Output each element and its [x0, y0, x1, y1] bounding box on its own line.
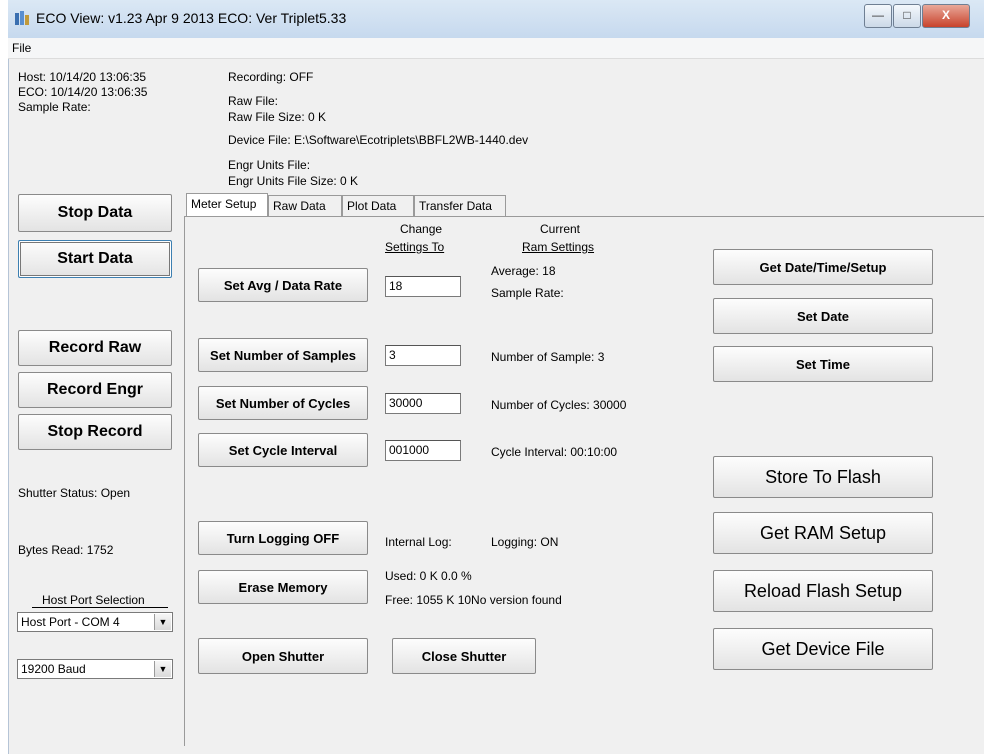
tab-meter-setup[interactable]: Meter Setup [186, 193, 268, 216]
engr-units-file: Engr Units File: [228, 158, 311, 172]
minimize-button[interactable]: — [864, 4, 892, 28]
recording-status: Recording: OFF [228, 70, 314, 84]
get-date-time-setup-button[interactable]: Get Date/Time/Setup [713, 249, 933, 285]
current-header: Current [540, 222, 581, 236]
tab-raw-data[interactable]: Raw Data [268, 195, 342, 216]
eco-time: ECO: 10/14/20 13:06:35 [18, 85, 148, 99]
record-raw-button[interactable]: Record Raw [18, 330, 172, 366]
device-file: Device File: E:\Software\Ecotriplets\BBF… [228, 133, 529, 147]
close-shutter-button[interactable]: Close Shutter [392, 638, 536, 674]
bytes-read: Bytes Read: 1752 [18, 543, 114, 557]
baud-select[interactable]: 19200 Baud ▼ [17, 659, 173, 679]
cycles-current: Number of Cycles: 30000 [491, 398, 627, 412]
interval-current: Cycle Interval: 00:10:00 [491, 445, 618, 459]
tab-transfer-data[interactable]: Transfer Data [414, 195, 506, 216]
sample-rate-current: Sample Rate: [491, 286, 564, 300]
tab-plot-data[interactable]: Plot Data [342, 195, 414, 216]
baud-value: 19200 Baud [21, 662, 86, 676]
open-shutter-button[interactable]: Open Shutter [198, 638, 368, 674]
logging-status: Logging: ON [491, 535, 559, 549]
host-time: Host: 10/14/20 13:06:35 [18, 70, 147, 84]
turn-logging-off-button[interactable]: Turn Logging OFF [198, 521, 368, 555]
avg-input[interactable]: 18 [385, 276, 461, 297]
menu-file[interactable]: File [12, 41, 31, 55]
chevron-down-icon[interactable]: ▼ [154, 614, 171, 630]
memory-used: Used: 0 K 0.0 % [385, 569, 472, 583]
host-port-selection-label: Host Port Selection [42, 593, 145, 607]
host-port-value: Host Port - COM 4 [21, 615, 120, 629]
current-header-sub: Ram Settings [522, 240, 595, 254]
get-device-file-button[interactable]: Get Device File [713, 628, 933, 670]
sample-rate-label: Sample Rate: [18, 100, 91, 114]
samples-current: Number of Sample: 3 [491, 350, 605, 364]
start-data-button[interactable]: Start Data [18, 240, 172, 278]
set-date-button[interactable]: Set Date [713, 298, 933, 334]
change-header: Change [400, 222, 443, 236]
set-number-of-cycles-button[interactable]: Set Number of Cycles [198, 386, 368, 420]
set-avg-data-rate-button[interactable]: Set Avg / Data Rate [198, 268, 368, 302]
set-time-button[interactable]: Set Time [713, 346, 933, 382]
set-cycle-interval-button[interactable]: Set Cycle Interval [198, 433, 368, 467]
raw-file-label: Raw File: [228, 94, 279, 108]
record-engr-button[interactable]: Record Engr [18, 372, 172, 408]
interval-input[interactable]: 001000 [385, 440, 461, 461]
internal-log-label: Internal Log: [385, 535, 452, 549]
tab-divider [184, 216, 984, 217]
samples-input[interactable]: 3 [385, 345, 461, 366]
menu-bar [8, 38, 984, 59]
get-ram-setup-button[interactable]: Get RAM Setup [713, 512, 933, 554]
close-button[interactable]: X [922, 4, 970, 28]
stop-record-button[interactable]: Stop Record [18, 414, 172, 450]
erase-memory-button[interactable]: Erase Memory [198, 570, 368, 604]
engr-units-file-size: Engr Units File Size: 0 K [228, 174, 359, 188]
stop-data-button[interactable]: Stop Data [18, 194, 172, 232]
divider [32, 607, 168, 608]
store-to-flash-button[interactable]: Store To Flash [713, 456, 933, 498]
memory-free: Free: 1055 K 10No version found [385, 593, 562, 607]
cycles-input[interactable]: 30000 [385, 393, 461, 414]
host-port-select[interactable]: Host Port - COM 4 ▼ [17, 612, 173, 632]
set-number-of-samples-button[interactable]: Set Number of Samples [198, 338, 368, 372]
reload-flash-setup-button[interactable]: Reload Flash Setup [713, 570, 933, 612]
window-title: ECO View: v1.23 Apr 9 2013 ECO: Ver Trip… [36, 10, 347, 26]
average-current: Average: 18 [491, 264, 556, 278]
chevron-down-icon[interactable]: ▼ [154, 661, 171, 677]
raw-file-size: Raw File Size: 0 K [228, 110, 327, 124]
app-icon [14, 9, 32, 27]
maximize-button[interactable]: □ [893, 4, 921, 28]
change-header-sub: Settings To [385, 240, 445, 254]
shutter-status: Shutter Status: Open [18, 486, 131, 500]
